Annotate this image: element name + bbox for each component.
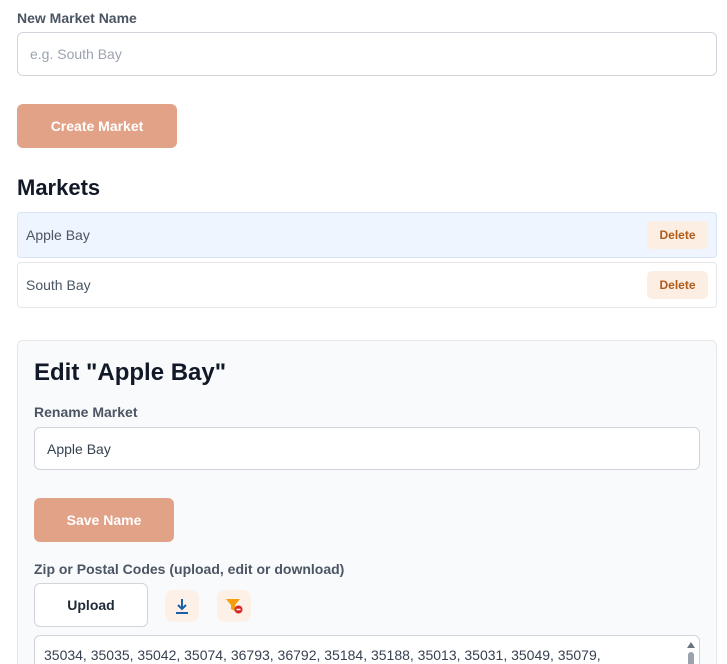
save-name-button[interactable]: Save Name (34, 498, 174, 542)
rename-label: Rename Market (34, 404, 138, 420)
rename-input[interactable]: Apple Bay (34, 427, 700, 470)
codes-text: 35034, 35035, 35042, 35074, 36793, 36792… (44, 647, 601, 663)
market-name: South Bay (26, 277, 91, 293)
codes-textarea[interactable]: 35034, 35035, 35042, 35074, 36793, 36792… (34, 635, 700, 664)
filter-remove-icon (226, 599, 243, 614)
download-button[interactable] (165, 590, 199, 622)
delete-button[interactable]: Delete (647, 221, 708, 249)
market-row-south-bay[interactable]: South Bay Delete (17, 262, 717, 308)
codes-label: Zip or Postal Codes (upload, edit or dow… (34, 561, 345, 577)
edit-heading: Edit "Apple Bay" (34, 359, 227, 386)
upload-button[interactable]: Upload (34, 583, 148, 627)
market-row-apple-bay[interactable]: Apple Bay Delete (17, 212, 717, 258)
download-icon (176, 599, 188, 614)
create-market-button[interactable]: Create Market (17, 104, 177, 148)
new-market-label: New Market Name (17, 10, 137, 26)
markets-heading: Markets (17, 175, 101, 200)
delete-button[interactable]: Delete (647, 271, 708, 299)
clear-filter-button[interactable] (217, 590, 251, 622)
scrollbar[interactable] (686, 640, 696, 664)
market-name: Apple Bay (26, 227, 90, 243)
new-market-input[interactable]: e.g. South Bay (17, 32, 717, 76)
